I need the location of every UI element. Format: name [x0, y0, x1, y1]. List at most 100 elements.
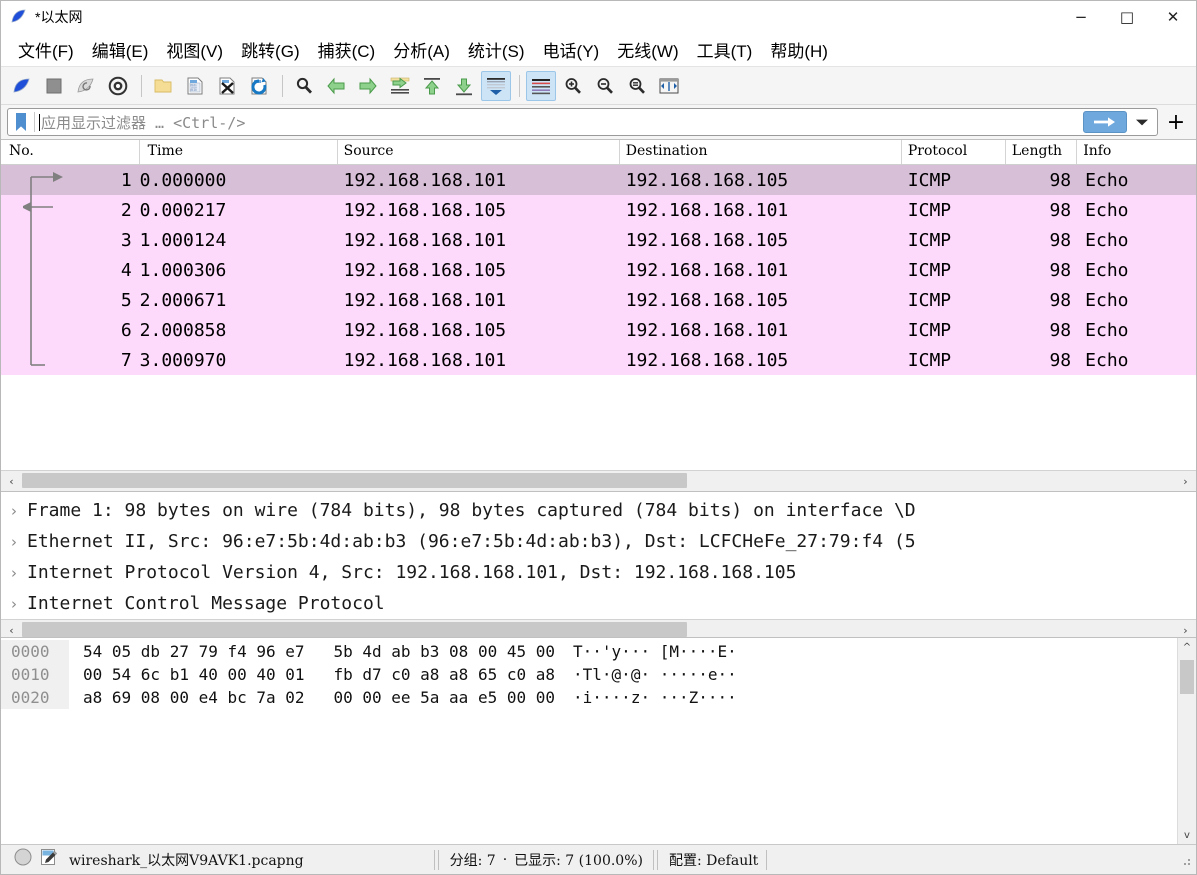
- restart-capture-icon[interactable]: [71, 71, 101, 101]
- menu-file[interactable]: 文件(F): [9, 35, 83, 64]
- hscroll-thumb[interactable]: [22, 473, 687, 488]
- cell-destination: 192.168.168.105: [620, 350, 902, 371]
- open-file-icon[interactable]: [148, 71, 178, 101]
- cell-info: Echo: [1077, 320, 1196, 341]
- go-to-first-icon[interactable]: [417, 71, 447, 101]
- add-filter-button[interactable]: +: [1162, 108, 1190, 136]
- colorize-icon[interactable]: [526, 71, 556, 101]
- menu-tools[interactable]: 工具(T): [688, 35, 762, 64]
- go-back-icon[interactable]: [321, 71, 351, 101]
- go-forward-icon[interactable]: [353, 71, 383, 101]
- chevron-right-icon[interactable]: ›: [1, 533, 27, 551]
- hex-offset: 0000: [1, 640, 69, 663]
- menu-help[interactable]: 帮助(H): [761, 35, 837, 64]
- displayed-count: 已显示: 7 (100.0%): [514, 850, 643, 870]
- column-header-protocol[interactable]: Protocol: [902, 140, 1006, 164]
- table-row[interactable]: 5 2.000671 192.168.168.101 192.168.168.1…: [1, 285, 1196, 315]
- menu-analyze[interactable]: 分析(A): [384, 35, 459, 64]
- packet-list-hscrollbar[interactable]: ‹ ›: [1, 470, 1196, 491]
- hscroll-track[interactable]: [22, 471, 1175, 491]
- hex-row[interactable]: 0020 a8 69 08 00 e4 bc 7a 02 00 00 ee 5a…: [1, 686, 1177, 709]
- find-packet-icon[interactable]: [289, 71, 319, 101]
- cell-time: 1.000306: [140, 260, 338, 281]
- column-header-length[interactable]: Length: [1006, 140, 1077, 164]
- resize-grip-icon[interactable]: [1178, 853, 1192, 867]
- save-file-icon[interactable]: 010110100110: [180, 71, 210, 101]
- table-row[interactable]: 4 1.000306 192.168.168.105 192.168.168.1…: [1, 255, 1196, 285]
- cell-time: 3.000970: [140, 350, 338, 371]
- column-header-info[interactable]: Info: [1077, 140, 1196, 164]
- detail-row-frame[interactable]: › Frame 1: 98 bytes on wire (784 bits), …: [1, 495, 1196, 526]
- hex-vscrollbar[interactable]: ^ v: [1177, 638, 1196, 844]
- vscroll-thumb[interactable]: [1180, 660, 1194, 694]
- scroll-down-icon[interactable]: v: [1178, 826, 1197, 844]
- bookmark-icon[interactable]: [11, 111, 31, 133]
- table-row[interactable]: 7 3.000970 192.168.168.101 192.168.168.1…: [1, 345, 1196, 375]
- maximize-button[interactable]: □: [1104, 1, 1150, 33]
- scroll-up-icon[interactable]: ^: [1178, 638, 1197, 656]
- chevron-right-icon[interactable]: ›: [1, 564, 27, 582]
- hscroll-track[interactable]: [22, 620, 1175, 637]
- hex-offset: 0020: [1, 686, 69, 709]
- window-title: *以太网: [35, 7, 82, 27]
- go-to-packet-icon[interactable]: [385, 71, 415, 101]
- auto-scroll-icon[interactable]: [481, 71, 511, 101]
- menu-telephony[interactable]: 电话(Y): [534, 35, 609, 64]
- cell-info: Echo: [1077, 260, 1196, 281]
- reload-file-icon[interactable]: [244, 71, 274, 101]
- stop-capture-icon[interactable]: [39, 71, 69, 101]
- close-button[interactable]: ✕: [1150, 1, 1196, 33]
- status-separator: [766, 850, 767, 870]
- table-row[interactable]: 1 0.000000 192.168.168.101 192.168.168.1…: [1, 165, 1196, 195]
- packet-details-hscrollbar[interactable]: ‹ ›: [1, 619, 1196, 637]
- hex-bytes: 54 05 db 27 79 f4 96 e7 5b 4d ab b3 08 0…: [69, 642, 555, 661]
- menu-go[interactable]: 跳转(G): [232, 35, 309, 64]
- apply-filter-arrow-icon[interactable]: [1083, 111, 1127, 133]
- cell-info: Echo: [1077, 170, 1196, 191]
- column-header-source[interactable]: Source: [338, 140, 620, 164]
- vscroll-track[interactable]: [1178, 656, 1197, 826]
- table-row[interactable]: 6 2.000858 192.168.168.105 192.168.168.1…: [1, 315, 1196, 345]
- column-header-no[interactable]: No.: [1, 140, 140, 164]
- menu-edit[interactable]: 编辑(E): [83, 35, 158, 64]
- scroll-left-icon[interactable]: ‹: [1, 620, 22, 637]
- resize-columns-icon[interactable]: [654, 71, 684, 101]
- menu-capture[interactable]: 捕获(C): [309, 35, 385, 64]
- table-row[interactable]: 3 1.000124 192.168.168.101 192.168.168.1…: [1, 225, 1196, 255]
- zoom-in-icon[interactable]: [558, 71, 588, 101]
- expert-info-icon[interactable]: [39, 847, 59, 872]
- start-capture-icon[interactable]: [7, 71, 37, 101]
- column-header-destination[interactable]: Destination: [620, 140, 902, 164]
- status-bar: wireshark_以太网V9AVK1.pcapng 分组: 7 · 已显示: …: [1, 844, 1196, 874]
- menu-statistics[interactable]: 统计(S): [459, 35, 534, 64]
- hex-row[interactable]: 0010 00 54 6c b1 40 00 40 01 fb d7 c0 a8…: [1, 663, 1177, 686]
- zoom-reset-icon[interactable]: [622, 71, 652, 101]
- hex-dump[interactable]: 0000 54 05 db 27 79 f4 96 e7 5b 4d ab b3…: [1, 638, 1177, 844]
- table-row[interactable]: 2 0.000217 192.168.168.105 192.168.168.1…: [1, 195, 1196, 225]
- scroll-right-icon[interactable]: ›: [1175, 471, 1196, 491]
- filter-dropdown-button[interactable]: [1129, 110, 1155, 134]
- column-header-time[interactable]: Time: [140, 140, 338, 164]
- scroll-right-icon[interactable]: ›: [1175, 620, 1196, 637]
- capture-status-icon[interactable]: [13, 847, 33, 872]
- detail-row-ethernet[interactable]: › Ethernet II, Src: 96:e7:5b:4d:ab:b3 (9…: [1, 526, 1196, 557]
- close-file-icon[interactable]: [212, 71, 242, 101]
- menu-view[interactable]: 视图(V): [157, 35, 232, 64]
- detail-row-icmp[interactable]: › Internet Control Message Protocol: [1, 588, 1196, 619]
- window-controls: − □ ✕: [1058, 1, 1196, 33]
- hex-row[interactable]: 0000 54 05 db 27 79 f4 96 e7 5b 4d ab b3…: [1, 640, 1177, 663]
- chevron-right-icon[interactable]: ›: [1, 595, 27, 613]
- zoom-out-icon[interactable]: [590, 71, 620, 101]
- hscroll-thumb[interactable]: [22, 622, 687, 637]
- chevron-right-icon[interactable]: ›: [1, 502, 27, 520]
- cell-protocol: ICMP: [902, 350, 1006, 371]
- cell-time: 0.000000: [140, 170, 338, 191]
- minimize-button[interactable]: −: [1058, 1, 1104, 33]
- display-filter-input[interactable]: 应用显示过滤器 … <Ctrl-/>: [7, 108, 1158, 136]
- capture-options-icon[interactable]: [103, 71, 133, 101]
- go-to-last-icon[interactable]: [449, 71, 479, 101]
- cell-time: 0.000217: [140, 200, 338, 221]
- menu-wireless[interactable]: 无线(W): [608, 35, 687, 64]
- detail-row-ipv4[interactable]: › Internet Protocol Version 4, Src: 192.…: [1, 557, 1196, 588]
- scroll-left-icon[interactable]: ‹: [1, 471, 22, 491]
